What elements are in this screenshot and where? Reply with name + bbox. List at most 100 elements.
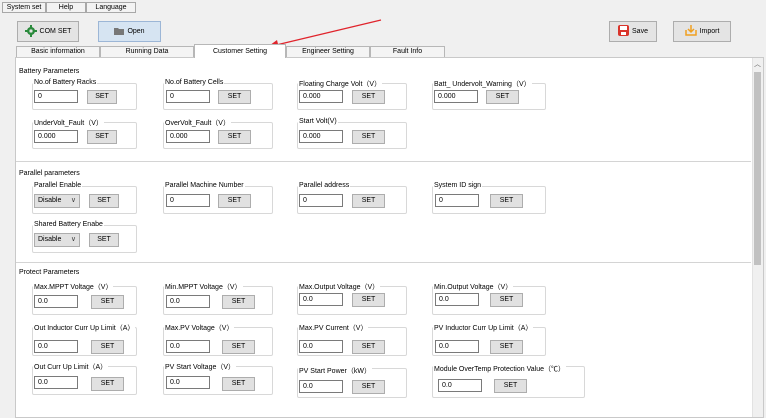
undervolt-warning-label: Batt_ Undervolt_Warning（V） <box>433 79 532 89</box>
floating-charge-label: Floating Charge Volt（V） <box>298 79 383 89</box>
parallel-enable-value: Disable <box>38 197 62 204</box>
module-overtemp-set-button[interactable]: SET <box>494 379 527 393</box>
tab-bar: Basic information Running Data Customer … <box>16 44 446 58</box>
parallel-enable-set-button[interactable]: SET <box>89 194 119 208</box>
max-pv-voltage-label: Max.PV Voltage（V） <box>164 323 235 333</box>
shared-battery-select[interactable]: Disable ∨ <box>34 233 80 247</box>
undervolt-fault-set-button[interactable]: SET <box>87 130 117 144</box>
max-output-input[interactable]: 0.0 <box>299 293 343 306</box>
max-pv-voltage-input[interactable]: 0.0 <box>166 340 210 353</box>
min-output-label: Min.Output Voltage（V） <box>433 282 514 292</box>
out-curr-input[interactable]: 0.0 <box>34 376 78 389</box>
shared-battery-set-button[interactable]: SET <box>89 233 119 247</box>
parallel-machine-number-input[interactable]: 0 <box>166 194 210 207</box>
out-inductor-label: Out Inductor Curr Up Limit（A） <box>33 323 136 333</box>
shared-battery-value: Disable <box>38 236 62 243</box>
menu-bar: System set Help Language <box>0 0 766 13</box>
open-button[interactable]: Open <box>98 21 161 42</box>
tab-customer-setting[interactable]: Customer Setting <box>194 44 286 58</box>
save-label: Save <box>632 28 648 35</box>
start-volt-set-button[interactable]: SET <box>352 130 385 144</box>
min-mppt-input[interactable]: 0.0 <box>166 295 210 308</box>
save-button[interactable]: Save <box>609 21 657 42</box>
overvolt-fault-input[interactable]: 0.000 <box>166 130 210 143</box>
out-curr-label: Out Curr Up Limit（A） <box>33 362 109 372</box>
pv-inductor-set-button[interactable]: SET <box>490 340 523 354</box>
undervolt-warning-input[interactable]: 0.000 <box>434 90 478 103</box>
system-id-label: System ID sign <box>433 182 483 189</box>
floating-charge-set-button[interactable]: SET <box>352 90 385 104</box>
max-pv-current-input[interactable]: 0.0 <box>299 340 343 353</box>
shared-battery-label: Shared Battery Enabe <box>33 221 104 228</box>
battery-cells-input[interactable]: 0 <box>166 90 210 103</box>
max-pv-current-label: Max.PV Current（V） <box>298 323 369 333</box>
out-curr-set-button[interactable]: SET <box>91 377 124 391</box>
pv-start-voltage-set-button[interactable]: SET <box>222 377 255 391</box>
menu-help[interactable]: Help <box>46 2 86 13</box>
max-mppt-input[interactable]: 0.0 <box>34 295 78 308</box>
folder-icon <box>114 27 125 37</box>
out-inductor-set-button[interactable]: SET <box>91 340 124 354</box>
start-volt-input[interactable]: 0.000 <box>299 130 343 143</box>
open-label: Open <box>127 28 145 35</box>
pv-start-power-set-button[interactable]: SET <box>352 380 385 394</box>
battery-racks-input[interactable]: 0 <box>34 90 78 103</box>
menu-system-set[interactable]: System set <box>2 2 46 13</box>
scrollbar-thumb[interactable] <box>754 72 761 265</box>
parallel-address-set-button[interactable]: SET <box>352 194 385 208</box>
import-label: Import <box>699 28 720 35</box>
tab-basic-information[interactable]: Basic information <box>16 46 100 57</box>
parallel-machine-number-set-button[interactable]: SET <box>218 194 251 208</box>
overvolt-fault-label: OverVolt_Fault（V） <box>164 118 231 128</box>
battery-racks-set-button[interactable]: SET <box>87 90 117 104</box>
parallel-enable-label: Parallel Enable <box>33 182 83 189</box>
scroll-up-icon[interactable]: ︿ <box>752 60 763 70</box>
max-output-label: Max.Output Voltage（V） <box>298 282 381 292</box>
chevron-down-icon: ∨ <box>70 236 76 243</box>
tab-running-data[interactable]: Running Data <box>100 46 194 57</box>
import-icon <box>684 25 697 38</box>
module-overtemp-label: Module OverTemp Protection Value（℃） <box>433 364 566 374</box>
battery-section-title: Battery Parameters <box>19 68 80 75</box>
out-inductor-input[interactable]: 0.0 <box>34 340 78 353</box>
parallel-section-title: Parallel parameters <box>19 170 80 177</box>
min-output-input[interactable]: 0.0 <box>435 293 479 306</box>
pv-start-voltage-input[interactable]: 0.0 <box>166 376 210 389</box>
max-pv-current-set-button[interactable]: SET <box>352 340 385 354</box>
pv-inductor-input[interactable]: 0.0 <box>435 340 479 353</box>
min-output-set-button[interactable]: SET <box>490 293 523 307</box>
floating-charge-input[interactable]: 0.000 <box>299 90 343 103</box>
max-mppt-label: Max.MPPT Voltage（V） <box>33 282 114 292</box>
gear-icon <box>24 24 37 39</box>
parallel-address-input[interactable]: 0 <box>299 194 343 207</box>
section-divider <box>16 161 751 162</box>
parallel-machine-number-label: Parallel Machine Number <box>164 182 245 189</box>
battery-racks-label: No.of Battery Racks <box>33 79 98 86</box>
undervolt-warning-set-button[interactable]: SET <box>486 90 519 104</box>
overvolt-fault-set-button[interactable]: SET <box>218 130 251 144</box>
system-id-input[interactable]: 0 <box>435 194 479 207</box>
parallel-enable-select[interactable]: Disable ∨ <box>34 194 80 208</box>
tab-engineer-setting[interactable]: Engineer Setting <box>286 46 370 57</box>
max-mppt-set-button[interactable]: SET <box>91 295 124 309</box>
save-icon <box>618 25 630 38</box>
protect-section-title: Protect Parameters <box>19 269 80 276</box>
system-id-set-button[interactable]: SET <box>490 194 523 208</box>
module-overtemp-input[interactable]: 0.0 <box>438 379 482 392</box>
max-pv-voltage-set-button[interactable]: SET <box>222 340 255 354</box>
chevron-down-icon: ∨ <box>70 197 76 204</box>
undervolt-fault-label: UnderVolt_Fault（V） <box>33 118 104 128</box>
com-set-button[interactable]: COM SET <box>17 21 79 42</box>
pv-start-power-input[interactable]: 0.0 <box>299 380 343 393</box>
menu-language[interactable]: Language <box>86 2 136 13</box>
import-button[interactable]: Import <box>673 21 731 42</box>
pv-start-power-label: PV Start Power（kW） <box>298 366 372 376</box>
battery-cells-set-button[interactable]: SET <box>218 90 251 104</box>
min-mppt-set-button[interactable]: SET <box>222 295 255 309</box>
max-output-set-button[interactable]: SET <box>352 293 385 307</box>
tab-fault-info[interactable]: Fault Info <box>370 46 445 57</box>
undervolt-fault-input[interactable]: 0.000 <box>34 130 78 143</box>
pv-start-voltage-label: PV Start Voltage（V） <box>164 362 237 372</box>
start-volt-label: Start Volt(V) <box>298 118 338 125</box>
min-mppt-label: Min.MPPT Voltage（V） <box>164 282 243 292</box>
